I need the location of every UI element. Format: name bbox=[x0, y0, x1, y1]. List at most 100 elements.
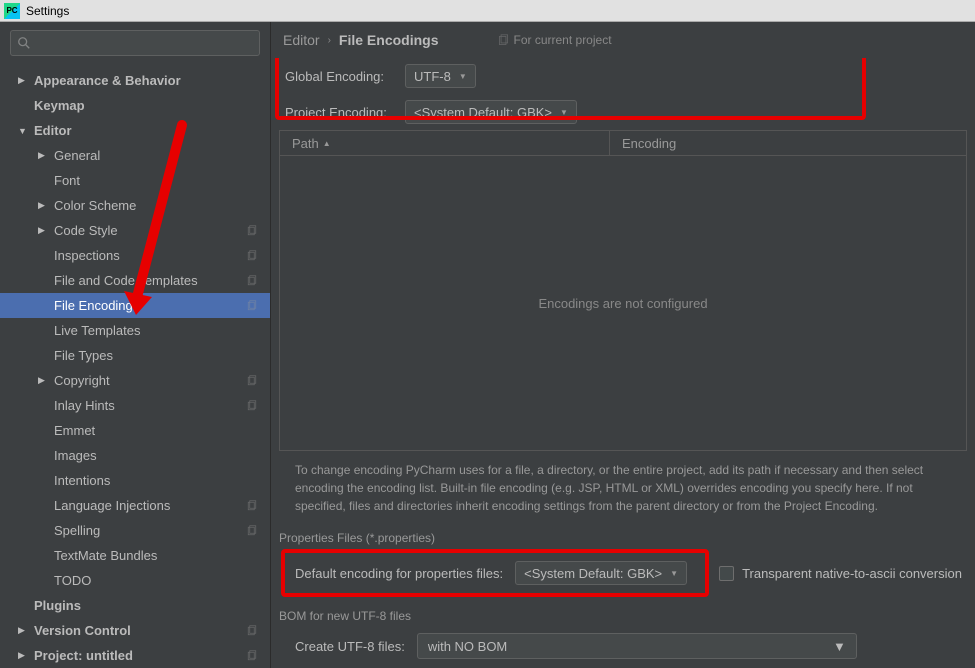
chevron-right-icon: ▶ bbox=[38, 225, 50, 236]
chevron-down-icon: ▼ bbox=[560, 108, 568, 117]
chevron-down-icon: ▼ bbox=[833, 639, 846, 654]
main-panel: Editor › File Encodings For current proj… bbox=[271, 22, 975, 668]
chevron-down-icon: ▼ bbox=[670, 569, 678, 578]
tree-item-label: Inspections bbox=[54, 248, 246, 263]
properties-section-title: Properties Files (*.properties) bbox=[271, 525, 975, 551]
tree-item-font[interactable]: ▶Font bbox=[0, 168, 270, 193]
tree-item-code-style[interactable]: ▶ Code Style bbox=[0, 218, 270, 243]
tree-item-todo[interactable]: ▶TODO bbox=[0, 568, 270, 593]
sort-asc-icon: ▲ bbox=[323, 139, 331, 148]
tree-item-appearance-behavior[interactable]: ▶ Appearance & Behavior bbox=[0, 68, 270, 93]
tree-item-project-untitled[interactable]: ▶ Project: untitled bbox=[0, 643, 270, 668]
tree-item-general[interactable]: ▶ General bbox=[0, 143, 270, 168]
tree-item-label: TextMate Bundles bbox=[54, 548, 270, 563]
empty-table-message: Encodings are not configured bbox=[538, 296, 707, 311]
tree-item-images[interactable]: ▶Images bbox=[0, 443, 270, 468]
tree-item-inspections[interactable]: ▶Inspections bbox=[0, 243, 270, 268]
encoding-help-text: To change encoding PyCharm uses for a fi… bbox=[271, 451, 975, 525]
settings-tree: ▶Appearance & Behavior▶Keymap▼Editor▶Gen… bbox=[0, 64, 270, 668]
tree-item-label: Project: untitled bbox=[34, 648, 246, 663]
project-scope-icon bbox=[246, 225, 258, 237]
tree-item-label: General bbox=[54, 148, 270, 163]
tree-item-label: Color Scheme bbox=[54, 198, 270, 213]
chevron-down-icon: ▼ bbox=[18, 126, 30, 136]
project-encoding-dropdown[interactable]: <System Default: GBK> ▼ bbox=[405, 100, 577, 124]
tree-item-label: Images bbox=[54, 448, 270, 463]
chevron-down-icon: ▼ bbox=[459, 72, 467, 81]
for-current-project-badge: For current project bbox=[497, 33, 612, 47]
tree-item-intentions[interactable]: ▶Intentions bbox=[0, 468, 270, 493]
project-scope-icon bbox=[246, 525, 258, 537]
settings-sidebar: ▶Appearance & Behavior▶Keymap▼Editor▶Gen… bbox=[0, 22, 271, 668]
tree-item-editor[interactable]: ▼ Editor bbox=[0, 118, 270, 143]
tree-item-label: Keymap bbox=[34, 98, 270, 113]
breadcrumb-parent[interactable]: Editor bbox=[283, 32, 320, 48]
tree-item-plugins[interactable]: ▶Plugins bbox=[0, 593, 270, 618]
create-utf8-label: Create UTF-8 files: bbox=[295, 639, 405, 654]
breadcrumb: Editor › File Encodings bbox=[283, 32, 439, 48]
tree-item-label: Copyright bbox=[54, 373, 246, 388]
chevron-right-icon: ▶ bbox=[18, 75, 30, 86]
tree-item-label: Inlay Hints bbox=[54, 398, 246, 413]
copy-icon bbox=[497, 34, 510, 47]
tree-item-file-and-code-templates[interactable]: ▶File and Code Templates bbox=[0, 268, 270, 293]
chevron-right-icon: ▶ bbox=[18, 625, 30, 636]
tree-item-color-scheme[interactable]: ▶ Color Scheme bbox=[0, 193, 270, 218]
project-scope-icon bbox=[246, 625, 258, 637]
bom-section-title: BOM for new UTF-8 files bbox=[271, 603, 975, 629]
default-props-encoding-dropdown[interactable]: <System Default: GBK> ▼ bbox=[515, 561, 687, 585]
tree-item-label: Emmet bbox=[54, 423, 270, 438]
tree-item-keymap[interactable]: ▶Keymap bbox=[0, 93, 270, 118]
transparent-conversion-checkbox[interactable] bbox=[719, 566, 734, 581]
tree-item-label: Language Injections bbox=[54, 498, 246, 513]
search-icon bbox=[17, 36, 31, 50]
project-scope-icon bbox=[246, 250, 258, 262]
chevron-right-icon: ▶ bbox=[18, 650, 30, 661]
tree-item-label: File Types bbox=[54, 348, 270, 363]
tree-item-label: Spelling bbox=[54, 523, 246, 538]
tree-item-label: Editor bbox=[34, 123, 270, 138]
project-scope-icon bbox=[246, 650, 258, 662]
chevron-right-icon: ▶ bbox=[38, 150, 50, 161]
default-props-encoding-label: Default encoding for properties files: bbox=[295, 566, 503, 581]
tree-item-file-encodings[interactable]: ▶File Encodings bbox=[0, 293, 270, 318]
tree-item-label: Live Templates bbox=[54, 323, 270, 338]
tree-item-emmet[interactable]: ▶Emmet bbox=[0, 418, 270, 443]
global-encoding-dropdown[interactable]: UTF-8 ▼ bbox=[405, 64, 476, 88]
chevron-right-icon: ▶ bbox=[38, 200, 50, 211]
tree-item-language-injections[interactable]: ▶Language Injections bbox=[0, 493, 270, 518]
tree-item-spelling[interactable]: ▶Spelling bbox=[0, 518, 270, 543]
breadcrumb-current: File Encodings bbox=[339, 32, 439, 48]
path-column-header[interactable]: Path ▲ bbox=[280, 131, 610, 155]
create-utf8-dropdown[interactable]: with NO BOM ▼ bbox=[417, 633, 857, 659]
project-scope-icon bbox=[246, 275, 258, 287]
tree-item-label: Intentions bbox=[54, 473, 270, 488]
window-title: Settings bbox=[26, 4, 69, 18]
tree-item-label: Appearance & Behavior bbox=[34, 73, 270, 88]
tree-item-inlay-hints[interactable]: ▶Inlay Hints bbox=[0, 393, 270, 418]
tree-item-copyright[interactable]: ▶ Copyright bbox=[0, 368, 270, 393]
tree-item-label: Code Style bbox=[54, 223, 246, 238]
encoding-column-header[interactable]: Encoding bbox=[610, 131, 688, 155]
tree-item-label: Version Control bbox=[34, 623, 246, 638]
tree-item-textmate-bundles[interactable]: ▶TextMate Bundles bbox=[0, 543, 270, 568]
project-scope-icon bbox=[246, 300, 258, 312]
tree-item-live-templates[interactable]: ▶Live Templates bbox=[0, 318, 270, 343]
project-encoding-label: Project Encoding: bbox=[285, 105, 395, 120]
chevron-right-icon: › bbox=[328, 35, 331, 46]
tree-item-label: Font bbox=[54, 173, 270, 188]
tree-item-file-types[interactable]: ▶File Types bbox=[0, 343, 270, 368]
tree-item-label: File and Code Templates bbox=[54, 273, 246, 288]
search-input[interactable] bbox=[10, 30, 260, 56]
tree-item-label: TODO bbox=[54, 573, 270, 588]
project-scope-icon bbox=[246, 400, 258, 412]
tree-item-label: Plugins bbox=[34, 598, 270, 613]
pycharm-icon: PC bbox=[4, 3, 20, 19]
chevron-right-icon: ▶ bbox=[38, 375, 50, 386]
encoding-table-body[interactable]: Encodings are not configured bbox=[279, 156, 967, 451]
bom-note: PyCharm will NOT add UTF-8 BOM to every … bbox=[271, 663, 975, 668]
transparent-conversion-label: Transparent native-to-ascii conversion bbox=[742, 566, 962, 581]
project-scope-icon bbox=[246, 375, 258, 387]
tree-item-version-control[interactable]: ▶ Version Control bbox=[0, 618, 270, 643]
global-encoding-label: Global Encoding: bbox=[285, 69, 395, 84]
